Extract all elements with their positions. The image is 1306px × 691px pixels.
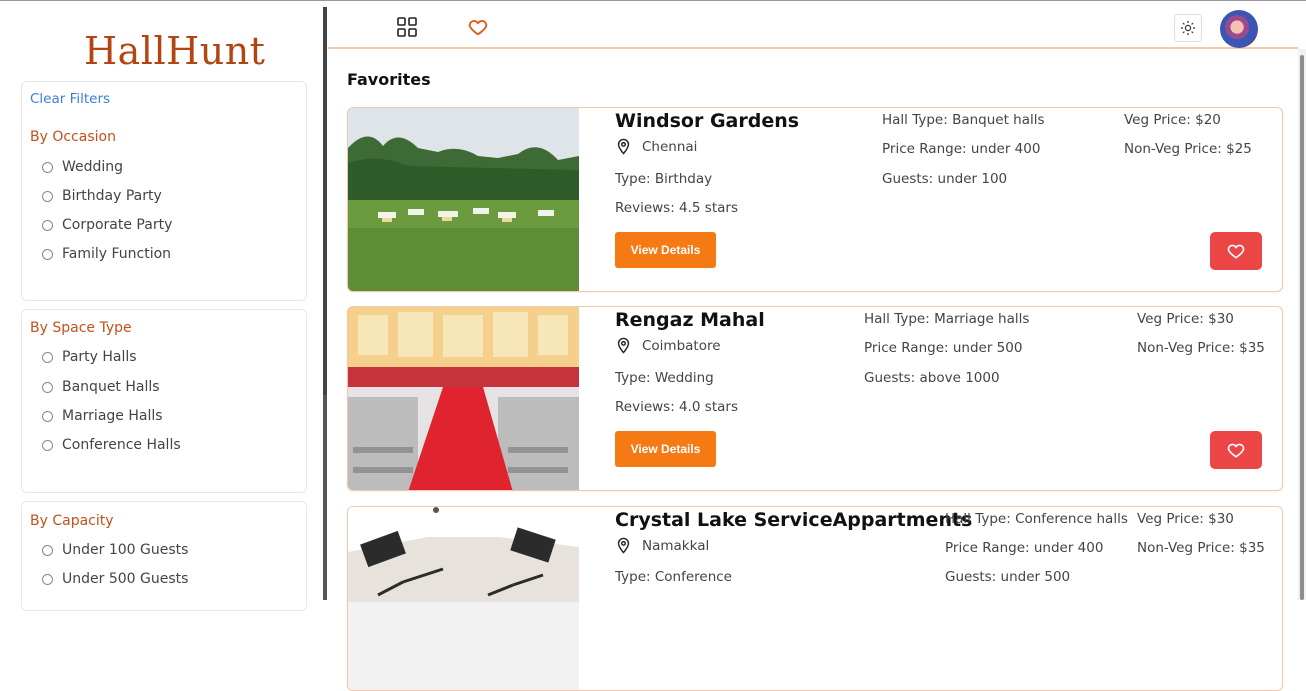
occasion-section-title: By Occasion [30, 129, 116, 145]
venue-card: Crystal Lake ServiceAppartments Namakkal… [347, 506, 1283, 691]
top-nav [328, 7, 1298, 49]
venue-reviews: Reviews: 4.0 stars [615, 399, 738, 415]
filter-option-conference-halls[interactable]: Conference Halls [42, 437, 181, 453]
option-label: Conference Halls [62, 437, 181, 453]
venue-location: Namakkal [615, 537, 709, 554]
nonveg-price: Non-Veg Price: $25 [1124, 141, 1252, 157]
veg-price: Veg Price: $30 [1137, 311, 1234, 327]
filter-option-corporate-party[interactable]: Corporate Party [42, 217, 172, 233]
option-label: Banquet Halls [62, 379, 160, 395]
app-logo: HallHunt [84, 29, 266, 73]
view-details-button[interactable]: View Details [615, 431, 716, 467]
nonveg-price: Non-Veg Price: $35 [1137, 540, 1265, 556]
sidebar-scrollbar[interactable] [323, 395, 327, 600]
option-label: Corporate Party [62, 217, 173, 233]
filter-option-banquet-halls[interactable]: Banquet Halls [42, 379, 160, 395]
venue-photo-hall [348, 307, 579, 490]
venue-photo-garden [348, 108, 579, 291]
view-details-button[interactable]: View Details [615, 232, 716, 268]
venue-photo-ceiling [348, 507, 579, 690]
main-scrollbar-thumb[interactable] [1300, 55, 1304, 600]
option-label: Under 500 Guests [62, 571, 189, 587]
space-type-filter-panel: By Space Type Party Halls Banquet Halls … [21, 309, 307, 493]
location-text: Chennai [642, 138, 698, 155]
clear-filters-link[interactable]: Clear Filters [30, 91, 110, 107]
option-label: Party Halls [62, 349, 137, 365]
venue-name: Crystal Lake ServiceAppartments [615, 509, 973, 531]
nonveg-price: Non-Veg Price: $35 [1137, 340, 1265, 356]
venue-name: Windsor Gardens [615, 110, 800, 132]
hall-type: Hall Type: Banquet halls [882, 112, 1045, 128]
avatar[interactable] [1220, 10, 1258, 48]
heart-icon [1227, 443, 1245, 458]
venue-card: Rengaz Mahal Coimbatore Type: Wedding Re… [347, 306, 1283, 491]
option-label: Marriage Halls [62, 408, 163, 424]
space-type-section-title: By Space Type [30, 320, 132, 336]
radio-button[interactable] [42, 190, 53, 202]
occasion-filter-panel: Clear Filters By Occasion Wedding Birthd… [21, 81, 307, 301]
filter-sidebar: HallHunt Clear Filters By Occasion Weddi… [0, 7, 322, 611]
location-text: Coimbatore [642, 337, 721, 354]
guests: Guests: under 500 [945, 569, 1071, 585]
filter-option-under-100[interactable]: Under 100 Guests [42, 542, 188, 558]
option-label: Wedding [62, 159, 124, 175]
radio-button[interactable] [42, 439, 53, 451]
favorite-button[interactable] [1210, 431, 1262, 469]
location-pin-icon [617, 337, 630, 354]
heart-icon[interactable] [467, 16, 489, 38]
venue-location: Coimbatore [615, 337, 721, 354]
filter-option-birthday-party[interactable]: Birthday Party [42, 188, 162, 204]
capacity-section-title: By Capacity [30, 513, 114, 529]
filter-option-under-500[interactable]: Under 500 Guests [42, 571, 188, 587]
option-label: Under 100 Guests [62, 542, 189, 558]
hall-type: Hall Type: Conference halls [945, 511, 1128, 527]
sun-icon [1181, 21, 1195, 35]
venue-name: Rengaz Mahal [615, 309, 765, 331]
radio-button[interactable] [42, 410, 53, 422]
venue-type: Type: Birthday [615, 171, 713, 187]
window-top-border [0, 0, 1306, 6]
venue-location: Chennai [615, 138, 697, 155]
filter-option-wedding[interactable]: Wedding [42, 159, 123, 175]
radio-button[interactable] [42, 381, 53, 393]
venue-card: Windsor Gardens Chennai Type: Birthday R… [347, 107, 1283, 292]
option-label: Birthday Party [62, 188, 162, 204]
price-range: Price Range: under 400 [882, 141, 1041, 157]
radio-button[interactable] [42, 248, 53, 260]
hall-type: Hall Type: Marriage halls [864, 311, 1030, 327]
radio-button[interactable] [42, 219, 53, 231]
favorite-button[interactable] [1210, 232, 1262, 270]
radio-button[interactable] [42, 161, 53, 173]
location-pin-icon [617, 537, 630, 554]
page-title: Favorites [347, 70, 431, 89]
filter-option-marriage-halls[interactable]: Marriage Halls [42, 408, 163, 424]
guests: Guests: under 100 [882, 171, 1008, 187]
capacity-filter-panel: By Capacity Under 100 Guests Under 500 G… [21, 501, 307, 611]
option-label: Family Function [62, 246, 172, 262]
location-text: Namakkal [642, 537, 710, 554]
radio-button[interactable] [42, 351, 53, 363]
veg-price: Veg Price: $30 [1137, 511, 1234, 527]
guests: Guests: above 1000 [864, 370, 1000, 386]
price-range: Price Range: under 400 [945, 540, 1104, 556]
radio-button[interactable] [42, 573, 53, 585]
location-pin-icon [617, 138, 630, 155]
radio-button[interactable] [42, 544, 53, 556]
venue-reviews: Reviews: 4.5 stars [615, 200, 738, 216]
veg-price: Veg Price: $20 [1124, 112, 1221, 128]
filter-option-party-halls[interactable]: Party Halls [42, 349, 137, 365]
filter-option-family-function[interactable]: Family Function [42, 246, 171, 262]
price-range: Price Range: under 500 [864, 340, 1023, 356]
grid-icon[interactable] [396, 16, 418, 38]
heart-icon [1227, 244, 1245, 259]
venue-type: Type: Wedding [615, 370, 714, 386]
venue-type: Type: Conference [615, 569, 732, 585]
theme-toggle-button[interactable] [1174, 14, 1202, 42]
